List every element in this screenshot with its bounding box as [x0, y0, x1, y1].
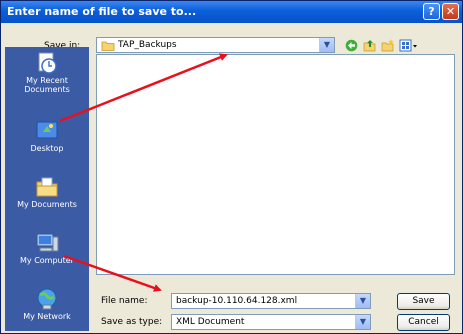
annotation-arrows [59, 53, 228, 292]
annotation-arrow-filename [63, 254, 162, 292]
annotation-arrow-folder [59, 53, 228, 123]
